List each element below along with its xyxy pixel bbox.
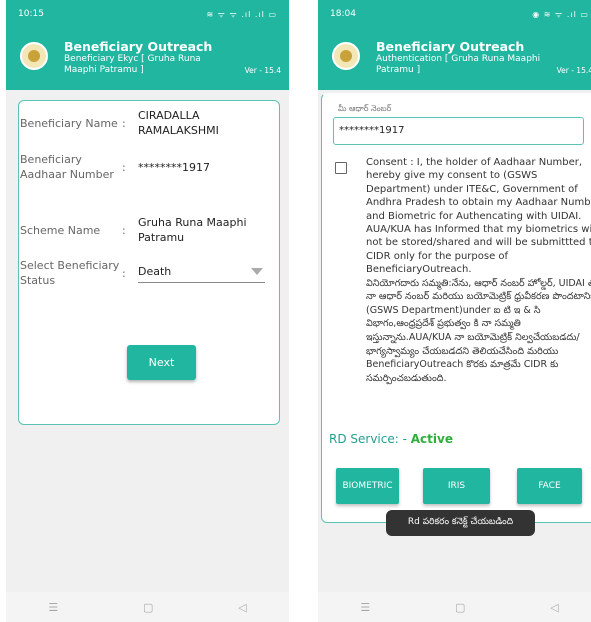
home-icon[interactable]: ▢	[455, 601, 465, 614]
status-bar: 18:04 ◉ ≋ ᯤ .ıl ▭	[318, 0, 591, 28]
colon: :	[122, 116, 126, 130]
rd-connected-toast: Rd పరికరం కనెక్ట్ చేయబడింది	[386, 510, 535, 536]
beneficiary-status-value: Death	[138, 264, 172, 278]
app-bar: Beneficiary Outreach Authentication [ Gr…	[318, 28, 591, 90]
status-time: 10:15	[18, 9, 44, 19]
status-time: 18:04	[330, 9, 356, 19]
dropdown-arrow-icon	[251, 267, 263, 275]
aadhaar-number-row: Beneficiary Aadhaar Number : ********191…	[20, 152, 265, 182]
beneficiary-name-row: Beneficiary Name : CIRADALLA RAMALAKSHMI	[20, 108, 265, 138]
scheme-name-row: Scheme Name : Gruha Runa Maaphi Patramu	[20, 215, 265, 245]
beneficiary-name-value: CIRADALLA RAMALAKSHMI	[138, 109, 219, 137]
consent-text: Consent : I, the holder of Aadhaar Numbe…	[366, 156, 591, 385]
next-button[interactable]: Next	[127, 345, 196, 380]
face-button[interactable]: FACE	[517, 468, 582, 504]
field-label: Select Beneficiary Status	[20, 259, 120, 287]
beneficiary-status-select[interactable]: Death	[138, 264, 265, 283]
recents-icon[interactable]: ☰	[48, 601, 58, 614]
status-bar: 10:15 ≋ ᯤ ᯤ .ıl .ıl ▭	[6, 0, 289, 28]
field-label: Beneficiary Aadhaar Number	[20, 153, 114, 181]
biometric-button[interactable]: BIOMETRIC	[336, 468, 399, 504]
colon: :	[122, 160, 126, 174]
status-icons: ◉ ≋ ᯤ .ıl ▭	[532, 9, 589, 19]
consent-telugu: వినియోగదారు సమ్మతి:నేను, ఆధార్ నంబర్ హోల…	[366, 277, 591, 384]
colon: :	[122, 223, 126, 237]
app-bar: Beneficiary Outreach Beneficiary Ekyc [ …	[6, 28, 289, 90]
aadhaar-number-value: ********1917	[138, 160, 210, 174]
government-emblem-icon	[332, 42, 360, 70]
field-label: Scheme Name	[20, 223, 101, 237]
recents-icon[interactable]: ☰	[360, 601, 370, 614]
consent-english: Consent : I, the holder of Aadhaar Numbe…	[366, 157, 591, 276]
colon: :	[122, 266, 126, 280]
version-label: Ver - 15.4	[244, 66, 281, 75]
system-nav-bar: ☰ ▢ ◁	[6, 592, 289, 622]
authentication-screen: 18:04 ◉ ≋ ᯤ .ıl ▭ Beneficiary Outreach A…	[318, 0, 591, 622]
version-label: Ver - 15.4	[556, 66, 591, 75]
field-label: Beneficiary Name	[20, 116, 118, 130]
system-nav-bar: ☰ ▢ ◁	[318, 592, 591, 622]
scheme-name-value: Gruha Runa Maaphi Patramu	[138, 216, 247, 244]
app-subtitle: Beneficiary Ekyc [ Gruha Runa Maaphi Pat…	[64, 54, 201, 75]
back-icon[interactable]: ◁	[238, 601, 246, 614]
aadhaar-number-field[interactable]: ********1917	[333, 117, 584, 145]
iris-button[interactable]: IRIS	[423, 468, 490, 504]
rd-service-label: RD Service: -	[329, 432, 407, 446]
aadhaar-field-label: మీ ఆధార్ నెంబర్	[338, 104, 392, 113]
beneficiary-status-row: Select Beneficiary Status : Death	[20, 258, 265, 288]
back-icon[interactable]: ◁	[550, 601, 558, 614]
beneficiary-ekyc-screen: 10:15 ≋ ᯤ ᯤ .ıl .ıl ▭ Beneficiary Outrea…	[6, 0, 289, 622]
status-icons: ≋ ᯤ ᯤ .ıl .ıl ▭	[206, 9, 277, 19]
government-emblem-icon	[20, 42, 48, 70]
home-icon[interactable]: ▢	[143, 601, 153, 614]
rd-service-status: RD Service: - Active	[329, 432, 453, 446]
app-title: Beneficiary Outreach	[64, 39, 213, 54]
rd-service-active-badge: Active	[410, 432, 453, 446]
app-subtitle: Authentication [ Gruha Runa Maaphi Patra…	[376, 54, 541, 75]
app-title: Beneficiary Outreach	[376, 39, 525, 54]
consent-checkbox[interactable]	[335, 162, 347, 174]
